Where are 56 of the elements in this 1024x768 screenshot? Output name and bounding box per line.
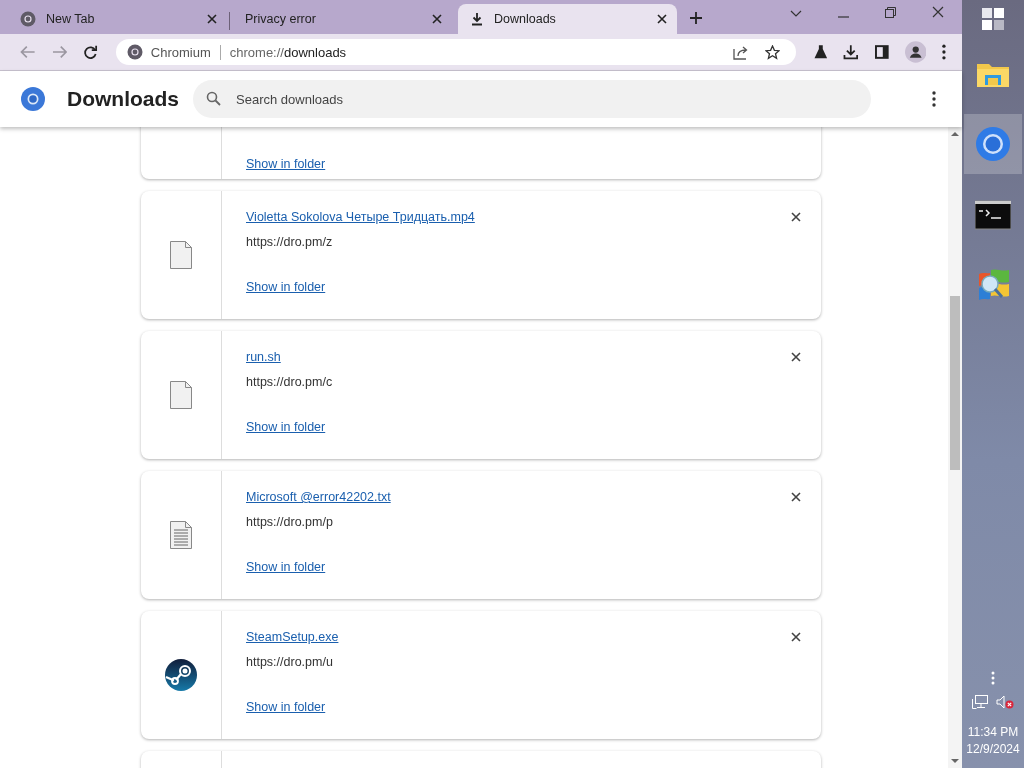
browser-tab[interactable]: New Tab [8, 4, 227, 34]
file-name-link[interactable]: Microsoft @error42202.txt [246, 490, 791, 504]
scrollbar[interactable] [948, 127, 962, 768]
show-in-folder-link[interactable]: Show in folder [246, 560, 326, 574]
more-menu-icon[interactable] [942, 44, 946, 60]
chromium-icon [126, 44, 143, 60]
profile-avatar-icon[interactable] [904, 41, 927, 63]
browser-tab[interactable]: Downloads [458, 4, 677, 34]
chromium-icon [20, 11, 36, 27]
close-icon[interactable] [791, 632, 801, 642]
search-icon [206, 91, 221, 106]
close-icon[interactable] [432, 14, 442, 24]
reload-icon[interactable] [83, 44, 98, 60]
share-icon[interactable] [732, 44, 749, 60]
close-icon[interactable] [207, 14, 217, 24]
file-icon [170, 381, 192, 409]
page-title: Downloads [67, 87, 179, 111]
show-in-folder-link[interactable]: Show in folder [246, 420, 326, 434]
url-text: chrome://downloads [229, 44, 347, 60]
file-name-link[interactable]: Violetta Sokolova Четыре Тридцать.mp4 [246, 210, 791, 224]
source-url: https://dro.pm/z [246, 235, 334, 251]
muted-speaker-icon[interactable] [996, 695, 1014, 709]
flask-icon[interactable] [813, 45, 828, 59]
steam-logo-icon [165, 659, 197, 691]
close-icon[interactable] [932, 6, 944, 18]
show-in-folder-link[interactable]: Show in folder [246, 157, 326, 171]
address-bar[interactable]: Chromium chrome://downloads [115, 39, 796, 65]
show-in-folder-link[interactable]: Show in folder [246, 700, 326, 714]
close-icon[interactable] [657, 14, 667, 24]
more-menu-icon[interactable] [932, 91, 936, 107]
file-name-link[interactable]: run.sh [246, 350, 791, 364]
network-icon[interactable] [972, 695, 988, 709]
chevron-down-icon[interactable] [790, 10, 802, 18]
download-icon [470, 12, 484, 26]
source-url: https://dro.pm/c [246, 375, 334, 391]
chromium-logo-icon [21, 87, 45, 111]
search-field[interactable]: Search downloads [193, 80, 871, 118]
browser-icon [975, 126, 1011, 162]
scrollbar-thumb[interactable] [950, 296, 960, 470]
source-url: https://dro.pm/u [246, 655, 334, 671]
close-icon[interactable] [791, 212, 801, 222]
source-url: https://dro.pm/p [246, 515, 334, 531]
new-tab-icon[interactable] [689, 11, 703, 25]
browser-tab[interactable]: Privacy error [233, 4, 452, 34]
file-name-link[interactable]: SteamSetup.exe [246, 630, 791, 644]
show-in-folder-link[interactable]: Show in folder [246, 280, 326, 294]
download-icon[interactable] [843, 44, 860, 60]
start-menu-icon[interactable] [982, 8, 1004, 30]
star-icon[interactable] [764, 44, 780, 60]
overflow-menu-icon[interactable] [991, 671, 995, 685]
file-icon [170, 241, 192, 269]
side-panel-icon[interactable] [875, 45, 889, 59]
text-file-icon [170, 521, 192, 549]
close-icon[interactable] [791, 352, 801, 362]
restore-icon[interactable] [885, 7, 896, 18]
close-icon[interactable] [791, 492, 801, 502]
